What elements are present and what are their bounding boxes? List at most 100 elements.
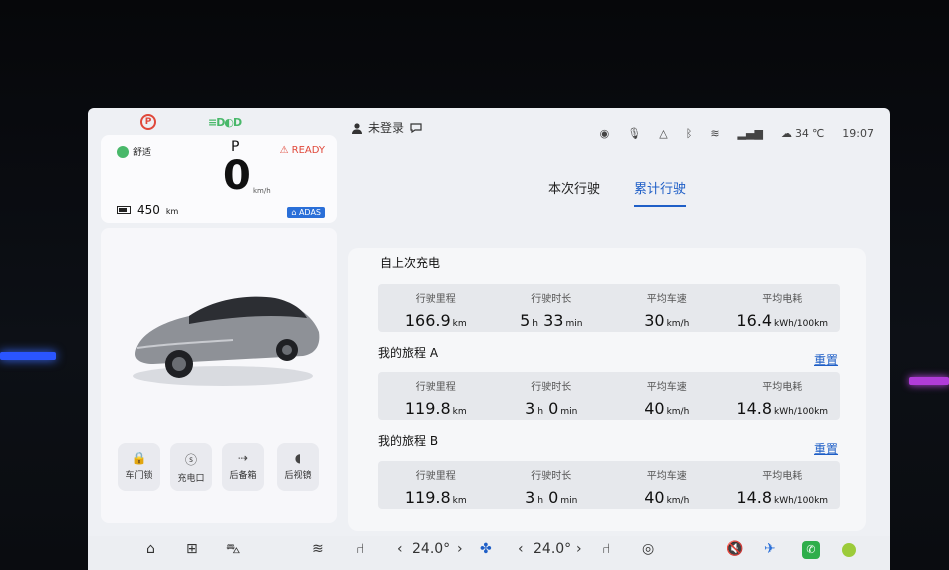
adas-icon: ⌂	[291, 208, 297, 217]
user-account[interactable]: 未登录	[351, 119, 423, 136]
adas-badge[interactable]: ⌂ ADAS	[287, 207, 325, 218]
parking-brake-icon: P	[140, 114, 156, 130]
tab-cumulative-trip[interactable]: 累计行驶	[634, 178, 687, 207]
reset-trip-b-button[interactable]: 重置	[814, 440, 838, 457]
status-bar: P ≡D◐D 未登录 ◉ 🎙 △ ᛒ ≋ ▂▄▆ ☁ 34 ℃ 19:07	[88, 108, 890, 140]
stat-value: 166.9	[404, 311, 451, 330]
infotainment-screen: P ≡D◐D 未登录 ◉ 🎙 △ ᛒ ≋ ▂▄▆ ☁ 34 ℃ 19:07 舒适 …	[88, 108, 890, 570]
mirror-button[interactable]: ◖ 后视镜	[277, 443, 319, 491]
stat-unit-hours: h	[537, 407, 544, 417]
section-title-trip-a: 我的旅程 A	[378, 346, 439, 360]
stat-unit: km/h	[666, 407, 690, 417]
charge-port-icon: ⓢ	[184, 453, 197, 467]
stat-value: 119.8	[404, 399, 451, 418]
lock-icon: 🔒	[131, 451, 147, 465]
drive-info-panel: 舒适 P 0 km/h ⚠ READY 450 km ⌂ ADAS	[101, 135, 337, 223]
assistant-app-icon[interactable]	[842, 543, 856, 557]
stat-label: 行驶时长	[531, 382, 572, 393]
temp-left-value: 24.0°	[412, 541, 451, 557]
temp-left-decrease[interactable]: ‹	[397, 541, 403, 557]
stat-label: 平均电耗	[762, 471, 803, 482]
door-lock-button[interactable]: 🔒 车门锁	[118, 443, 160, 491]
weather: ☁ 34 ℃	[781, 127, 824, 140]
stats-row-trip-b: 行驶里程 119.8 km 行驶时长 3h 0 min 平均车速 40 km/h 平均…	[378, 461, 840, 509]
stat-label: 平均车速	[646, 471, 687, 482]
bottom-dock: ⌂ ⊞ ⛍ ≋ ⑁ ‹ 24.0° › ✤ ‹ 24.0° › ⑁ ◎ 🔇 ✈ …	[88, 536, 890, 570]
stat-label: 平均车速	[646, 294, 687, 305]
reset-trip-a-button[interactable]: 重置	[814, 351, 838, 368]
section-title-trip-b: 我的旅程 B	[378, 434, 439, 448]
temp-left-increase[interactable]: ›	[457, 541, 463, 557]
seat-heat-right-icon[interactable]: ⑁	[602, 541, 610, 557]
stat-duration: 行驶时长 3h 0 min	[494, 372, 610, 420]
stat-label: 平均车速	[646, 382, 687, 393]
phone-app-icon[interactable]: ✆	[802, 541, 820, 559]
stat-label: 平均电耗	[762, 382, 803, 393]
adas-label: ADAS	[298, 208, 321, 217]
navigation-app-icon[interactable]: ✈	[764, 541, 776, 557]
cloud-icon: ☁	[780, 127, 792, 140]
stat-value-hours: 3	[525, 399, 536, 418]
stat-unit: kWh/100km	[774, 319, 829, 329]
stat-duration: 行驶时长 5h 33 min	[494, 284, 610, 332]
battery-icon	[117, 206, 131, 214]
recirculation-icon[interactable]: ◎	[642, 541, 654, 557]
car-image	[133, 296, 320, 386]
trunk-icon: ⇢	[237, 451, 249, 465]
stat-value: 30	[644, 311, 665, 330]
stat-unit: km	[452, 496, 467, 506]
stat-unit-minutes: min	[560, 496, 578, 506]
temp-right-increase[interactable]: ›	[576, 541, 582, 557]
apps-grid-icon[interactable]: ⊞	[186, 541, 198, 557]
tab-current-trip[interactable]: 本次行驶	[548, 178, 600, 207]
stat-label: 行驶时长	[531, 471, 572, 482]
stat-unit-minutes: min	[565, 319, 583, 329]
bluetooth-icon: ᛒ	[685, 127, 693, 140]
stat-unit: km	[452, 407, 467, 417]
stat-value-hours: 3	[525, 488, 536, 507]
ready-label: READY	[291, 145, 325, 156]
range-unit: km	[165, 207, 179, 216]
stat-label: 平均电耗	[762, 294, 803, 305]
seat-heat-left-icon[interactable]: ⑁	[356, 541, 364, 557]
stat-value: 14.8	[736, 488, 773, 507]
stat-value-hours: 5	[520, 311, 531, 330]
location-icon: ◉	[599, 127, 610, 140]
stat-label: 行驶里程	[415, 382, 456, 393]
mute-icon[interactable]: 🔇	[726, 541, 743, 557]
car-home-icon[interactable]: ⌂	[146, 541, 155, 557]
car-icon[interactable]: ⛍	[226, 541, 240, 559]
stat-value-minutes: 0	[548, 399, 559, 418]
drive-mode[interactable]: 舒适	[117, 145, 151, 158]
trip-tabs: 本次行驶 累计行驶	[548, 178, 687, 207]
user-icon	[352, 122, 362, 134]
stat-label: 行驶时长	[531, 294, 572, 305]
stat-unit: km	[452, 319, 467, 329]
door-lock-label: 车门锁	[125, 471, 153, 481]
trunk-label: 后备箱	[229, 471, 257, 481]
charge-port-button[interactable]: ⓢ 充电口	[170, 443, 212, 491]
stat-unit: km/h	[666, 496, 690, 506]
mirror-icon: ◖	[294, 451, 302, 465]
stat-avg-consumption: 平均电耗 16.4 kWh/100km	[725, 284, 841, 332]
stat-avg-consumption: 平均电耗 14.8 kWh/100km	[725, 372, 841, 420]
message-icon[interactable]	[409, 122, 423, 134]
microphone-icon[interactable]: 🎙	[627, 127, 641, 140]
stat-value: 119.8	[404, 488, 451, 507]
navigation-arrow-icon: △	[659, 127, 668, 140]
stat-unit: kWh/100km	[774, 496, 829, 506]
speed-unit: km/h	[253, 187, 271, 195]
stat-value: 14.8	[736, 399, 773, 418]
temp-right-decrease[interactable]: ‹	[518, 541, 524, 557]
section-title-since-charge: 自上次充电	[380, 256, 441, 270]
stat-duration: 行驶时长 3h 0 min	[494, 461, 610, 509]
stat-value: 40	[644, 399, 665, 418]
range-value: 450	[137, 203, 160, 217]
fan-icon[interactable]: ✤	[480, 541, 492, 557]
rear-defrost-icon[interactable]: ≋	[312, 541, 324, 557]
ready-indicator: ⚠ READY	[280, 145, 325, 156]
stat-value-minutes: 33	[543, 311, 564, 330]
trunk-button[interactable]: ⇢ 后备箱	[222, 443, 264, 491]
stat-avg-consumption: 平均电耗 14.8 kWh/100km	[725, 461, 841, 509]
speed-value: 0	[223, 153, 251, 199]
